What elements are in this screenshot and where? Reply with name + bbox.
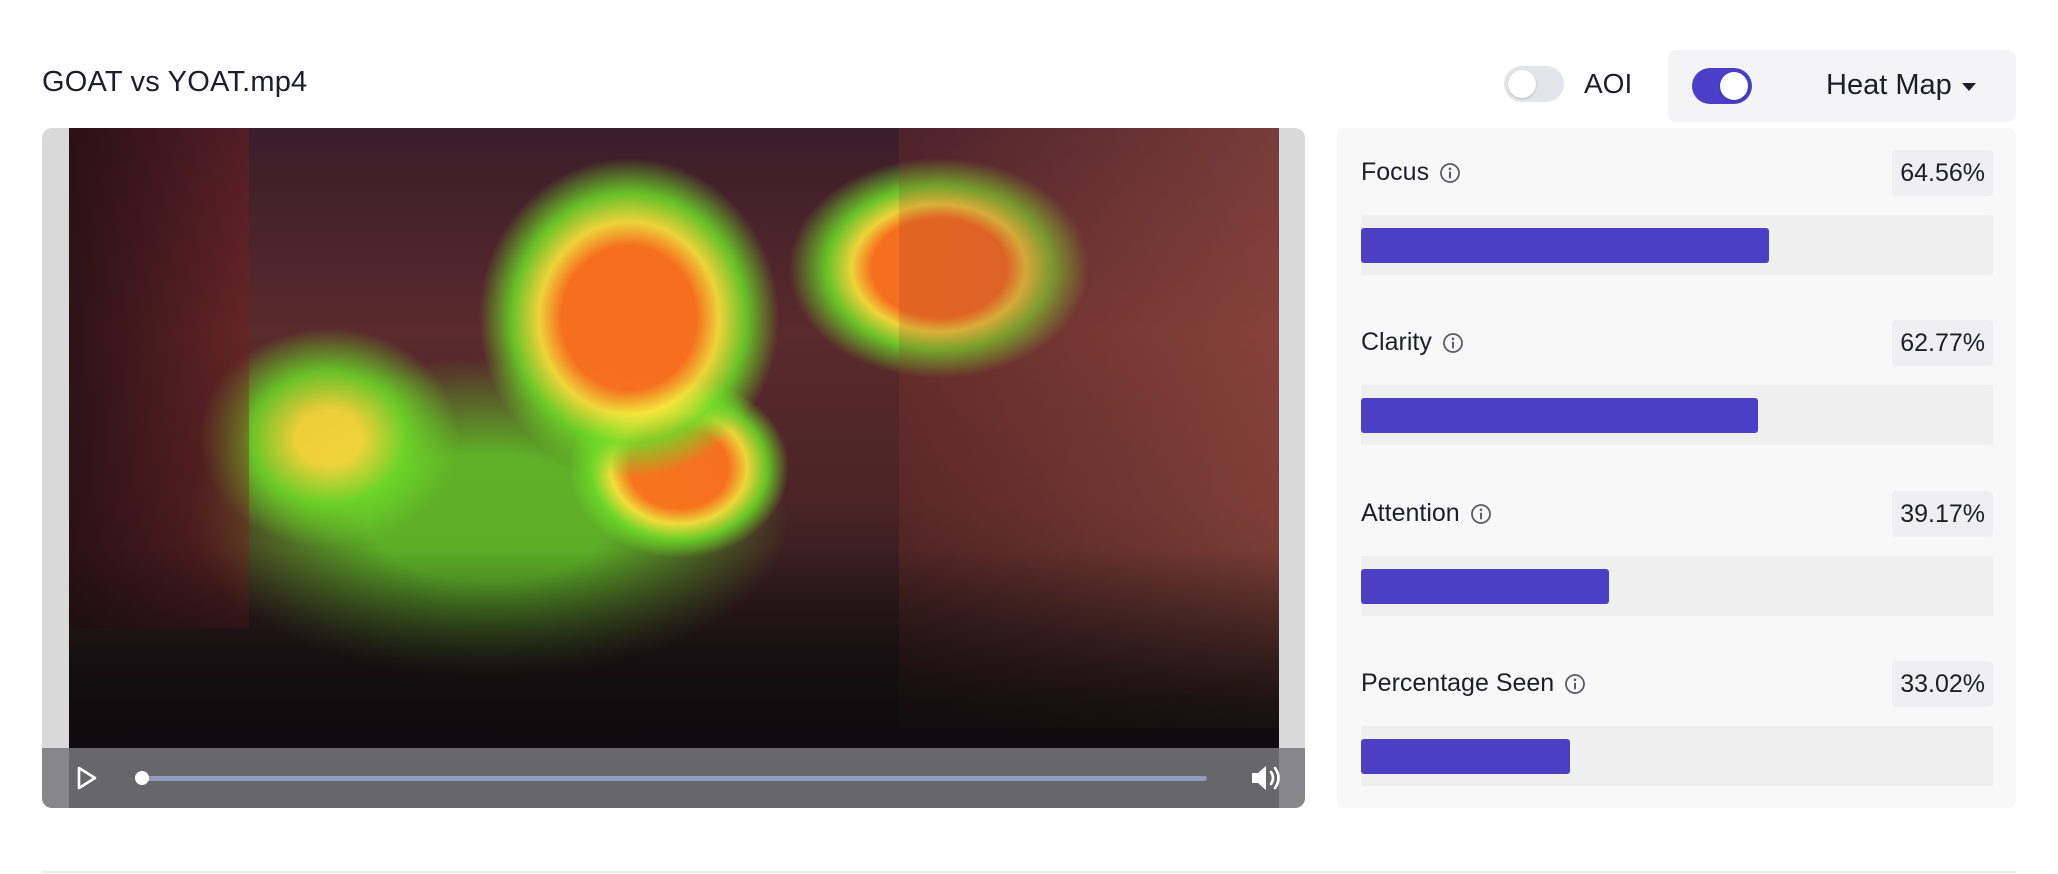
metric-label: Clarity [1361,328,1432,356]
view-mode-dropdown[interactable]: Heat Map [1826,69,1976,102]
metric-bar [1361,385,1993,445]
divider [42,871,2016,873]
heatmap-toggle[interactable] [1692,68,1752,104]
metric-bar [1361,215,1993,275]
metric-value: 39.17% [1892,491,1993,537]
info-icon[interactable] [1564,673,1586,695]
heatmap-video-frame [69,128,1279,808]
toggle-knob [1508,70,1536,98]
metric-label: Focus [1361,158,1430,186]
metric-value: 64.56% [1892,150,1993,196]
info-icon[interactable] [1470,503,1492,525]
metric-attention: Attention 39.17% [1361,491,1993,616]
metric-label: Attention [1361,499,1460,527]
metric-label: Percentage Seen [1361,669,1555,697]
seek-thumb[interactable] [135,771,149,785]
player-controls [42,748,1305,808]
metric-bar-fill [1361,398,1758,433]
metric-focus: Focus 64.56% [1361,150,1993,275]
info-icon[interactable] [1442,332,1464,354]
view-mode-control: Heat Map [1668,50,2016,122]
play-icon[interactable] [72,764,100,792]
metric-bar [1361,726,1993,786]
aoi-control: AOI [1504,66,1632,102]
metric-value: 62.77% [1892,320,1993,366]
metric-clarity: Clarity 62.77% [1361,320,1993,445]
file-title: GOAT vs YOAT.mp4 [42,66,308,98]
toggle-knob [1720,72,1748,100]
metric-percentage-seen: Percentage Seen 33.02% [1361,661,1993,786]
metrics-panel: Focus 64.56% Clarity 62.77% Attention 39… [1337,128,2016,808]
metric-bar [1361,556,1993,616]
metric-value: 33.02% [1892,661,1993,707]
aoi-label: AOI [1584,68,1633,99]
caret-down-icon [1961,82,1976,91]
video-player[interactable] [42,128,1305,808]
metric-bar-fill [1361,739,1570,774]
metric-bar-fill [1361,569,1609,604]
view-mode-label: Heat Map [1826,69,1952,101]
seek-bar[interactable] [135,771,1207,785]
volume-icon[interactable] [1249,762,1283,794]
aoi-toggle[interactable] [1504,66,1564,102]
metric-bar-fill [1361,228,1770,263]
info-icon[interactable] [1439,162,1461,184]
